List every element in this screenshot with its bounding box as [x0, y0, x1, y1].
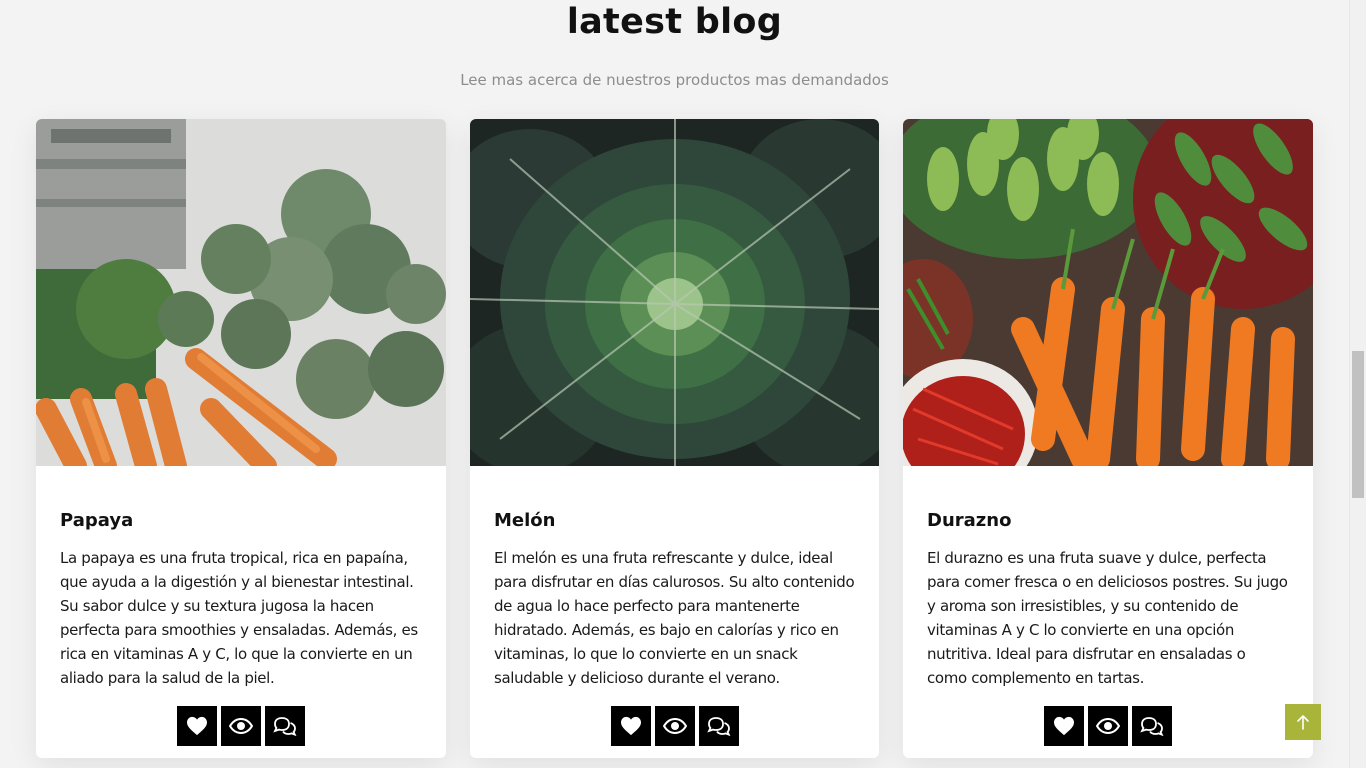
card-title: Papaya	[60, 510, 134, 531]
view-button[interactable]	[1088, 706, 1128, 746]
card-title: Durazno	[927, 510, 1012, 531]
card-title: Melón	[494, 510, 556, 531]
blog-card: Durazno El durazno es una fruta suave y …	[903, 119, 1313, 758]
heart-icon	[1054, 716, 1074, 736]
card-image-cabbage[interactable]	[470, 119, 879, 466]
eye-icon	[1096, 718, 1120, 734]
blog-card: Papaya La papaya es una fruta tropical, …	[36, 119, 446, 758]
card-image-market-vegetables[interactable]	[903, 119, 1313, 466]
eye-icon	[229, 718, 253, 734]
page-scrollbar[interactable]	[1349, 0, 1366, 768]
comments-button[interactable]	[1132, 706, 1172, 746]
card-text: La papaya es una fruta tropical, rica en…	[60, 549, 418, 687]
scrollbar-thumb[interactable]	[1352, 351, 1364, 498]
blog-card: Melón El melón es una fruta refrescante …	[470, 119, 879, 758]
page-title: latest blog	[566, 2, 783, 42]
comments-button[interactable]	[265, 706, 305, 746]
view-button[interactable]	[221, 706, 261, 746]
card-text: El melón es una fruta refrescante y dulc…	[494, 549, 855, 687]
page-subtitle: Lee mas acerca de nuestros productos mas…	[460, 71, 889, 89]
card-text: El durazno es una fruta suave y dulce, p…	[927, 549, 1288, 687]
card-image-artichokes[interactable]	[36, 119, 446, 466]
arrow-up-icon	[1297, 715, 1309, 730]
comments-button[interactable]	[698, 706, 739, 746]
card-actions	[903, 706, 1313, 746]
heart-icon	[620, 716, 641, 736]
comments-icon	[1140, 717, 1164, 736]
card-actions	[470, 706, 879, 746]
eye-icon	[662, 718, 687, 734]
like-button[interactable]	[1044, 706, 1084, 746]
view-button[interactable]	[654, 706, 695, 746]
heart-icon	[187, 716, 207, 736]
like-button[interactable]	[610, 706, 651, 746]
card-actions	[36, 706, 446, 746]
like-button[interactable]	[177, 706, 217, 746]
scroll-to-top-button[interactable]	[1285, 704, 1321, 740]
comments-icon	[273, 717, 297, 736]
comments-icon	[706, 717, 730, 736]
